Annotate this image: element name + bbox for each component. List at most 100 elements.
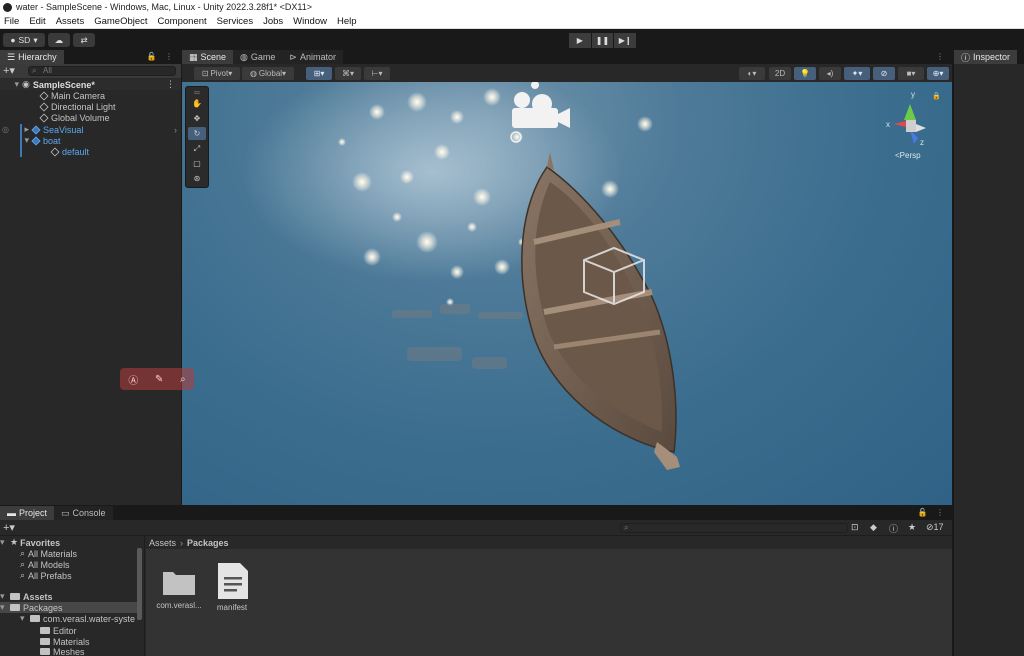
chevron-right-icon: › — [180, 537, 184, 548]
chevron-down-icon: ▾ — [0, 537, 5, 547]
asset-folder-com-verasl[interactable]: com.verasl... — [151, 567, 207, 610]
more-icon: ⋮ — [936, 508, 947, 517]
gameobject-icon — [39, 101, 49, 112]
search-by-type-icon[interactable]: ⊡ — [851, 522, 859, 533]
menu-component[interactable]: Component — [154, 16, 213, 27]
console-icon: ▭ — [61, 507, 70, 518]
hierarchy-item-boat[interactable]: ▾ boat — [0, 135, 181, 146]
breadcrumb-packages[interactable]: Packages — [187, 538, 229, 548]
account-button[interactable]: ● SD ▾ — [3, 33, 45, 47]
favorites-header[interactable]: ▾ ★ Favorites — [0, 537, 140, 548]
transform-icon: ⊛ — [193, 174, 201, 183]
more-icon[interactable]: ⋮ — [166, 79, 175, 90]
gameobject-icon — [50, 146, 60, 157]
tab-scene[interactable]: ▦ Scene — [182, 50, 234, 64]
collab-button[interactable]: ⇄ — [73, 33, 95, 47]
tab-hierarchy[interactable]: ☰ Hierarchy — [0, 50, 64, 64]
project-panel: ▬ Project ▭ Console 🔓 ⋮ +▾ ⌕ ⊡ ◆ ⓘ ★ ⊘17 ▾… — [0, 506, 952, 656]
scene-row[interactable]: ▾ ◉ SampleScene* ⋮ — [0, 79, 181, 90]
tab-options[interactable]: 🔓 ⋮ — [918, 508, 947, 517]
effects-toggle[interactable]: ✦▾ — [844, 67, 870, 80]
ai-icon[interactable]: Ⓐ — [128, 372, 138, 387]
pause-button[interactable]: ❚❚ — [591, 33, 614, 48]
draw-mode-button[interactable]: ◐▾ — [739, 67, 765, 80]
menu-assets[interactable]: Assets — [52, 16, 91, 27]
tab-project[interactable]: ▬ Project — [0, 506, 55, 520]
hierarchy-search-input[interactable]: ⌕ All — [28, 66, 176, 76]
add-icon[interactable]: +▾ — [3, 64, 15, 77]
tab-options[interactable]: ⋮ — [936, 52, 947, 61]
projection-toggle[interactable]: <Persp — [895, 151, 921, 160]
rect-tool-button[interactable]: ▢ — [188, 157, 206, 170]
project-search-input[interactable]: ⌕ — [620, 523, 848, 533]
lock-icon[interactable]: 🔒 — [932, 92, 941, 100]
tab-console[interactable]: ▭ Console — [54, 506, 113, 520]
hierarchy-item-directional-light[interactable]: Directional Light — [0, 101, 181, 112]
hierarchy-item-seavisual[interactable]: ◎ ▸ SeaVisual › — [0, 124, 181, 135]
grid-snap-button[interactable]: ⊞▾ — [306, 67, 332, 80]
tab-animator[interactable]: ⊳ Animator — [282, 50, 343, 64]
play-button[interactable]: ▶ — [569, 33, 591, 48]
package-folder[interactable]: ▾ com.verasl.water-syste — [0, 613, 140, 624]
hierarchy-item-main-camera[interactable]: Main Camera — [0, 90, 181, 101]
rotate-tool-button[interactable]: ↻ — [188, 127, 206, 140]
scale-icon: ⤢ — [193, 143, 201, 153]
inspector-panel: ⓘ Inspector — [954, 50, 1024, 656]
move-tool-button[interactable]: ✥ — [188, 112, 206, 125]
menu-help[interactable]: Help — [333, 16, 363, 27]
packages-folder[interactable]: ▾ Packages — [0, 602, 140, 613]
hidden-objects-toggle[interactable]: ⊘ — [873, 67, 895, 80]
chevron-right-icon[interactable]: › — [174, 125, 177, 135]
audio-toggle[interactable]: ◂) — [819, 67, 841, 80]
account-icon: ● — [10, 35, 16, 45]
cloud-button[interactable]: ☁ — [48, 33, 70, 47]
menu-window[interactable]: Window — [289, 16, 333, 27]
snap-increment-button[interactable]: ⌘▾ — [335, 67, 361, 80]
pen-icon[interactable]: ✎ — [155, 374, 163, 385]
visibility-icon[interactable]: ◎ — [0, 125, 12, 134]
transform-tool-button[interactable]: ⊛ — [188, 172, 206, 185]
camera-settings-button[interactable]: ■▾ — [898, 67, 924, 80]
info-icon[interactable]: ⓘ — [889, 522, 898, 535]
ruler-button[interactable]: ⊢▾ — [364, 67, 390, 80]
hidden-packages-button[interactable]: ⊘17 — [926, 522, 944, 533]
menu-file[interactable]: File — [0, 16, 25, 27]
favorite-item[interactable]: ⌕ All Prefabs — [0, 570, 140, 581]
lighting-toggle[interactable]: 💡 — [794, 67, 816, 80]
view-tool-button[interactable]: ✋ — [188, 97, 206, 110]
menu-services[interactable]: Services — [213, 16, 259, 27]
search-icon[interactable]: ⌕ — [180, 374, 186, 385]
drag-handle[interactable]: ═ — [188, 88, 206, 97]
asset-file-manifest[interactable]: manifest — [204, 563, 260, 612]
2d-toggle[interactable]: 2D — [769, 67, 791, 80]
tab-game[interactable]: ◍ Game — [233, 50, 283, 64]
hierarchy-item-default[interactable]: default — [0, 146, 181, 157]
menu-edit[interactable]: Edit — [25, 16, 51, 27]
add-icon[interactable]: +▾ — [3, 521, 15, 534]
scale-tool-button[interactable]: ⤢ — [188, 142, 206, 155]
favorite-icon[interactable]: ★ — [908, 522, 916, 533]
gizmos-button[interactable]: ⊕▾ — [927, 67, 949, 80]
subfolder-materials[interactable]: Materials — [0, 636, 140, 647]
favorite-item[interactable]: ⌕ All Materials — [0, 548, 140, 559]
assets-header[interactable]: ▾ Assets — [0, 591, 140, 602]
breadcrumb-assets[interactable]: Assets — [149, 538, 176, 548]
subfolder-editor[interactable]: Editor — [0, 625, 140, 636]
pivot-dropdown[interactable]: ⊡ Pivot ▾ — [194, 67, 240, 80]
chevron-down-icon: ▾ — [14, 79, 19, 89]
hierarchy-item-global-volume[interactable]: Global Volume — [0, 112, 181, 123]
menu-jobs[interactable]: Jobs — [259, 16, 289, 27]
subfolder-meshes[interactable]: Meshes — [0, 647, 140, 656]
scene-viewport[interactable]: y x z 🔒 <Persp ═ ✋ ✥ ↻ ⤢ ▢ ⊛ — [182, 82, 952, 505]
search-by-label-icon[interactable]: ◆ — [870, 522, 877, 533]
tab-options[interactable]: 🔓 ⋮ — [147, 52, 176, 61]
version-control-icon: ⇄ — [80, 34, 88, 45]
global-dropdown[interactable]: ◍ Global ▾ — [242, 67, 294, 80]
move-icon: ✥ — [193, 114, 201, 123]
step-button[interactable]: ▶❙ — [614, 33, 637, 48]
chevron-down-icon: ▾ — [33, 34, 38, 45]
favorite-item[interactable]: ⌕ All Models — [0, 559, 140, 570]
menu-gameobject[interactable]: GameObject — [90, 16, 153, 27]
tree-scrollbar[interactable] — [137, 548, 142, 620]
tab-inspector[interactable]: ⓘ Inspector — [954, 50, 1018, 64]
